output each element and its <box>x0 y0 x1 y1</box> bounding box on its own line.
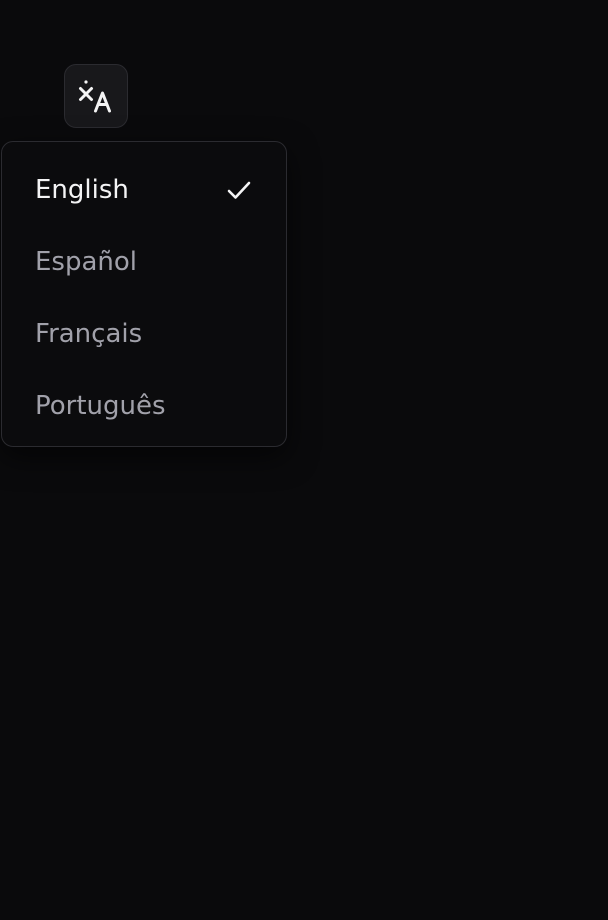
page: English Español Français Português <box>0 0 608 920</box>
language-menu: English Español Français Português <box>1 141 287 447</box>
language-option-label: Español <box>35 247 138 277</box>
check-icon <box>225 176 253 204</box>
language-option-portugues[interactable]: Português <box>2 370 286 442</box>
translate-icon <box>76 76 116 116</box>
language-option-label: Français <box>35 319 143 349</box>
language-option-label: English <box>35 175 129 205</box>
language-option-francais[interactable]: Français <box>2 298 286 370</box>
language-option-english[interactable]: English <box>2 154 286 226</box>
language-option-espanol[interactable]: Español <box>2 226 286 298</box>
language-option-label: Português <box>35 391 166 421</box>
language-switcher-button[interactable] <box>64 64 128 128</box>
